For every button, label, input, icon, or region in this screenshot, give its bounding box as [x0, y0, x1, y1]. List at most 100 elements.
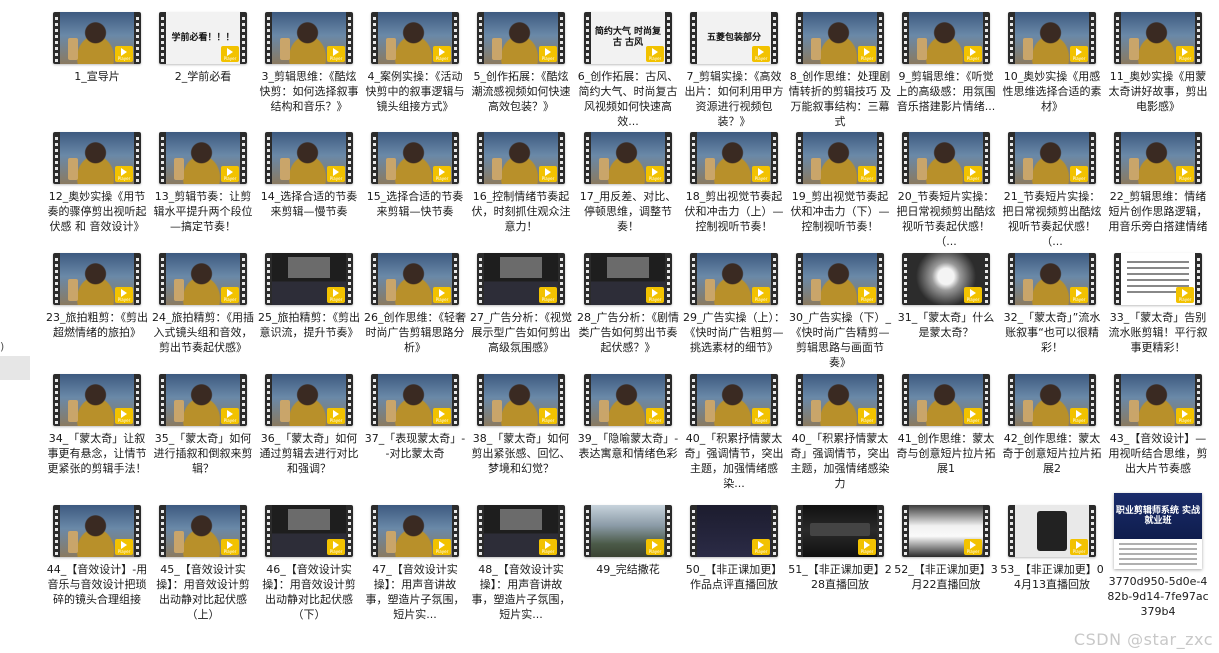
film-strip-left — [902, 505, 909, 557]
file-item[interactable]: Player 22_剪辑思维：情绪短片创作思路逻辑，用音乐旁白搭建情绪 — [1106, 132, 1210, 234]
file-item[interactable]: Player 48_【音效设计实操】：用声音讲故事，塑造片子氛围，短片实... — [469, 505, 573, 622]
file-item[interactable]: Player 29_广告实操（上）：《快时尚广告粗剪—挑选素材的细节》 — [682, 253, 786, 355]
video-thumbnail: Player — [265, 505, 353, 557]
file-item[interactable]: Player 18_剪出视觉节奏起伏和冲击力（上）—控制视听节奏！ — [682, 132, 786, 234]
file-item[interactable]: Player 11_奥妙实操《用蒙太奇讲好故事，剪出电影感》 — [1106, 12, 1210, 114]
file-item[interactable]: Player 45_【音效设计实操】：用音效设计剪出动静对比起伏感（上） — [151, 505, 255, 622]
file-item[interactable]: Player 25_旅拍精剪：《剪出意识流，提升节奏》 — [257, 253, 361, 340]
play-icon — [1182, 289, 1188, 297]
file-item[interactable]: Player 28_广告分析：《剧情类广告如何剪出节奏起伏感？》 — [576, 253, 680, 355]
file-item[interactable]: Player 26_创作思维：《轻奢时尚广告剪辑思路分析》 — [363, 253, 467, 355]
play-icon — [1076, 168, 1082, 176]
film-strip-left — [1008, 505, 1015, 557]
file-name-label: 28_广告分析：《剧情类广告如何剪出节奏起伏感？》 — [577, 311, 679, 354]
video-thumbnail: Player — [265, 132, 353, 184]
file-item[interactable]: Player 33_「蒙太奇」告别流水账剪辑！平行叙事更精彩！ — [1106, 253, 1210, 355]
player-badge-label: Player — [1178, 176, 1192, 181]
file-name-label: 12_奥妙实操《用节奏的骤停剪出视听起伏感 和 音效设计》 — [47, 190, 147, 233]
film-strip-right — [665, 374, 672, 426]
play-icon — [121, 541, 127, 549]
file-item[interactable]: Player 1_宣导片 — [45, 12, 149, 84]
file-item[interactable]: Player 34_「蒙太奇」让叙事更有悬念，让情节更紧张的剪辑手法！ — [45, 374, 149, 476]
file-item[interactable]: Player 16_控制情绪节奏起伏，时刻抓住观众注意力！ — [469, 132, 573, 234]
film-strip-left — [265, 132, 272, 184]
video-thumbnail: Player — [477, 12, 565, 64]
file-item[interactable]: Player 23_旅拍粗剪：《剪出超燃情绪的旅拍》 — [45, 253, 149, 340]
play-icon — [439, 289, 445, 297]
film-strip-left — [371, 374, 378, 426]
file-item[interactable]: Player 46_【音效设计实操】：用音效设计剪出动静对比起伏感（下） — [257, 505, 361, 622]
file-item[interactable]: Player 37_「表现蒙太奇」--对比蒙太奇 — [363, 374, 467, 461]
file-item[interactable]: Player 41_创作思维：蒙太奇与创意短片拉片拓展1 — [894, 374, 998, 476]
file-name-label: 23_旅拍粗剪：《剪出超燃情绪的旅拍》 — [46, 311, 148, 339]
file-item[interactable]: Player 27_广告分析：《视觉展示型广告如何剪出高级氛围感》 — [469, 253, 573, 355]
file-item[interactable]: Player 32_「蒙太奇」”流水账叙事“也可以很精彩！ — [1000, 253, 1104, 355]
player-badge-icon: Player — [433, 46, 451, 62]
file-item[interactable]: Player 12_奥妙实操《用节奏的骤停剪出视听起伏感 和 音效设计》 — [45, 132, 149, 234]
file-item[interactable]: Player 42_创作思维：蒙太奇于创意短片拉片拓展2 — [1000, 374, 1104, 476]
video-thumbnail: Player — [902, 132, 990, 184]
file-item[interactable]: Player 3_剪辑思维：《酷炫快剪：如何选择叙事结构和音乐？》 — [257, 12, 361, 114]
video-thumbnail: Player — [902, 505, 990, 557]
file-item[interactable]: Player 30_广告实操（下）_《快时尚广告精剪—剪辑思路与画面节奏》 — [788, 253, 892, 370]
player-badge-icon: Player — [1176, 166, 1194, 182]
file-item[interactable]: Player 39_「隐喻蒙太奇」-表达寓意和情绪色彩 — [576, 374, 680, 461]
file-item[interactable]: Player 9_剪辑思维：《听觉上的高级感：用氛围音乐搭建影片情绪... — [894, 12, 998, 114]
file-item[interactable]: Player 4_案例实操：《活动快剪中的叙事逻辑与镜头组接方式》 — [363, 12, 467, 114]
file-name-label: 42_创作思维：蒙太奇于创意短片拉片拓展2 — [1002, 432, 1102, 475]
file-item[interactable]: Player 15_选择合适的节奏来剪辑—快节奏 — [363, 132, 467, 219]
file-item[interactable]: 学前必看！！！ Player 2_学前必看 — [151, 12, 255, 84]
file-item[interactable]: Player 49_完结撒花 — [576, 505, 680, 577]
file-name-label: 14_选择合适的节奏来剪辑—慢节奏 — [260, 190, 358, 218]
film-strip-left — [477, 132, 484, 184]
file-item[interactable]: Player 50_【非正课加更】作品点评直播回放 — [682, 505, 786, 592]
file-name-label: 16_控制情绪节奏起伏，时刻抓住观众注意力！ — [471, 190, 571, 233]
file-item[interactable]: Player 10_奥妙实操《用感性思维选择合适的素材》 — [1000, 12, 1104, 114]
file-item[interactable]: Player 38_「蒙太奇」如何剪出紧张感、回忆、梦境和幻觉？ — [469, 374, 573, 476]
play-icon — [1076, 541, 1082, 549]
file-item[interactable]: Player 44_【音效设计】-用音乐与音效设计把琐碎的镜头合理组接 — [45, 505, 149, 607]
file-item[interactable]: Player 52_【非正课加更】3月22直播回放 — [894, 505, 998, 592]
video-thumbnail: Player — [584, 253, 672, 305]
play-icon — [864, 48, 870, 56]
film-strip-right — [1089, 374, 1096, 426]
player-badge-label: Player — [1072, 297, 1086, 302]
file-name-label: 9_剪辑思维：《听觉上的高级感：用氛围音乐搭建影片情绪... — [896, 70, 996, 113]
file-item[interactable]: Player 20_节奏短片实操：把日常视频剪出酷炫视听节奏起伏感！（... — [894, 132, 998, 249]
file-item[interactable]: Player 36_「蒙太奇」如何通过剪辑去进行对比和强调？ — [257, 374, 361, 476]
file-name-label: 1_宣导片 — [74, 70, 120, 83]
film-strip-right — [346, 374, 353, 426]
film-strip-left — [690, 505, 697, 557]
file-item[interactable]: 简约大气 时尚复古 古风 Player 6_创作拓展：古风、简约大气、时尚复古风视频… — [576, 12, 680, 129]
file-item[interactable]: Player 17_用反差、对比、停顿思维，调整节奏！ — [576, 132, 680, 234]
file-name-label: 30_广告实操（下）_《快时尚广告精剪—剪辑思路与画面节奏》 — [789, 311, 891, 369]
file-item[interactable]: 职业剪辑师系统 实战就业班 3770d950-5d0e-482b-9d14-7fe… — [1106, 493, 1210, 619]
file-item[interactable]: Player 35_「蒙太奇」如何进行插叙和倒叙来剪辑？ — [151, 374, 255, 476]
file-item[interactable]: Player 8_创作思维：处理剧情转折的剪辑技巧 及 万能叙事结构：三幕式 — [788, 12, 892, 129]
file-item[interactable]: Player 47_【音效设计实操】：用声音讲故事，塑造片子氛围，短片实... — [363, 505, 467, 622]
player-badge-label: Player — [1072, 56, 1086, 61]
file-item[interactable]: Player 24_旅拍精剪：《用插入式镜头组和音效，剪出节奏起伏感》 — [151, 253, 255, 355]
file-item[interactable]: Player 43_【音效设计】—用视听结合思维，剪出大片节奏感 — [1106, 374, 1210, 476]
video-thumbnail: Player — [265, 253, 353, 305]
file-name-label: 19_剪出视觉节奏起伏和冲击力（下）—控制视听节奏！ — [790, 190, 890, 233]
file-item[interactable]: 五菱包装部分 Player 7_剪辑实操：《高效出片：如何利用甲方资源进行视频包装？… — [682, 12, 786, 129]
player-badge-label: Player — [966, 176, 980, 181]
player-badge-label: Player — [860, 297, 874, 302]
file-item[interactable]: Player 51_【非正课加更】228直播回放 — [788, 505, 892, 592]
player-badge-label: Player — [541, 176, 555, 181]
file-item[interactable]: Player 40_「积累抒情蒙太奇」强调情节，突出主题，加强情绪感染... — [682, 374, 786, 491]
file-item[interactable]: Player 13_剪辑节奏：让剪辑水平提升两个段位—搞定节奏！ — [151, 132, 255, 234]
file-name-label: 37_「表现蒙太奇」--对比蒙太奇 — [364, 432, 466, 460]
file-item[interactable]: Player 14_选择合适的节奏来剪辑—慢节奏 — [257, 132, 361, 219]
file-item[interactable]: Player 5_创作拓展：《酷炫潮流感视频如何快速高效包装？》 — [469, 12, 573, 114]
file-item[interactable]: Player 19_剪出视觉节奏起伏和冲击力（下）—控制视听节奏！ — [788, 132, 892, 234]
video-thumbnail: Player — [902, 253, 990, 305]
play-icon — [1182, 410, 1188, 418]
file-item[interactable]: Player 53_【非正课加更】04月13直播回放 — [1000, 505, 1104, 592]
file-item[interactable]: Player 21_节奏短片实操：把日常视频剪出酷炫视听节奏起伏感！（... — [1000, 132, 1104, 249]
video-thumbnail: Player — [53, 132, 141, 184]
play-icon — [864, 410, 870, 418]
file-item[interactable]: Player 40_「积累抒情蒙太奇」强调情节，突出主题，加强情绪感染力 — [788, 374, 892, 491]
file-item[interactable]: Player 31_「蒙太奇」什么是蒙太奇？ — [894, 253, 998, 340]
